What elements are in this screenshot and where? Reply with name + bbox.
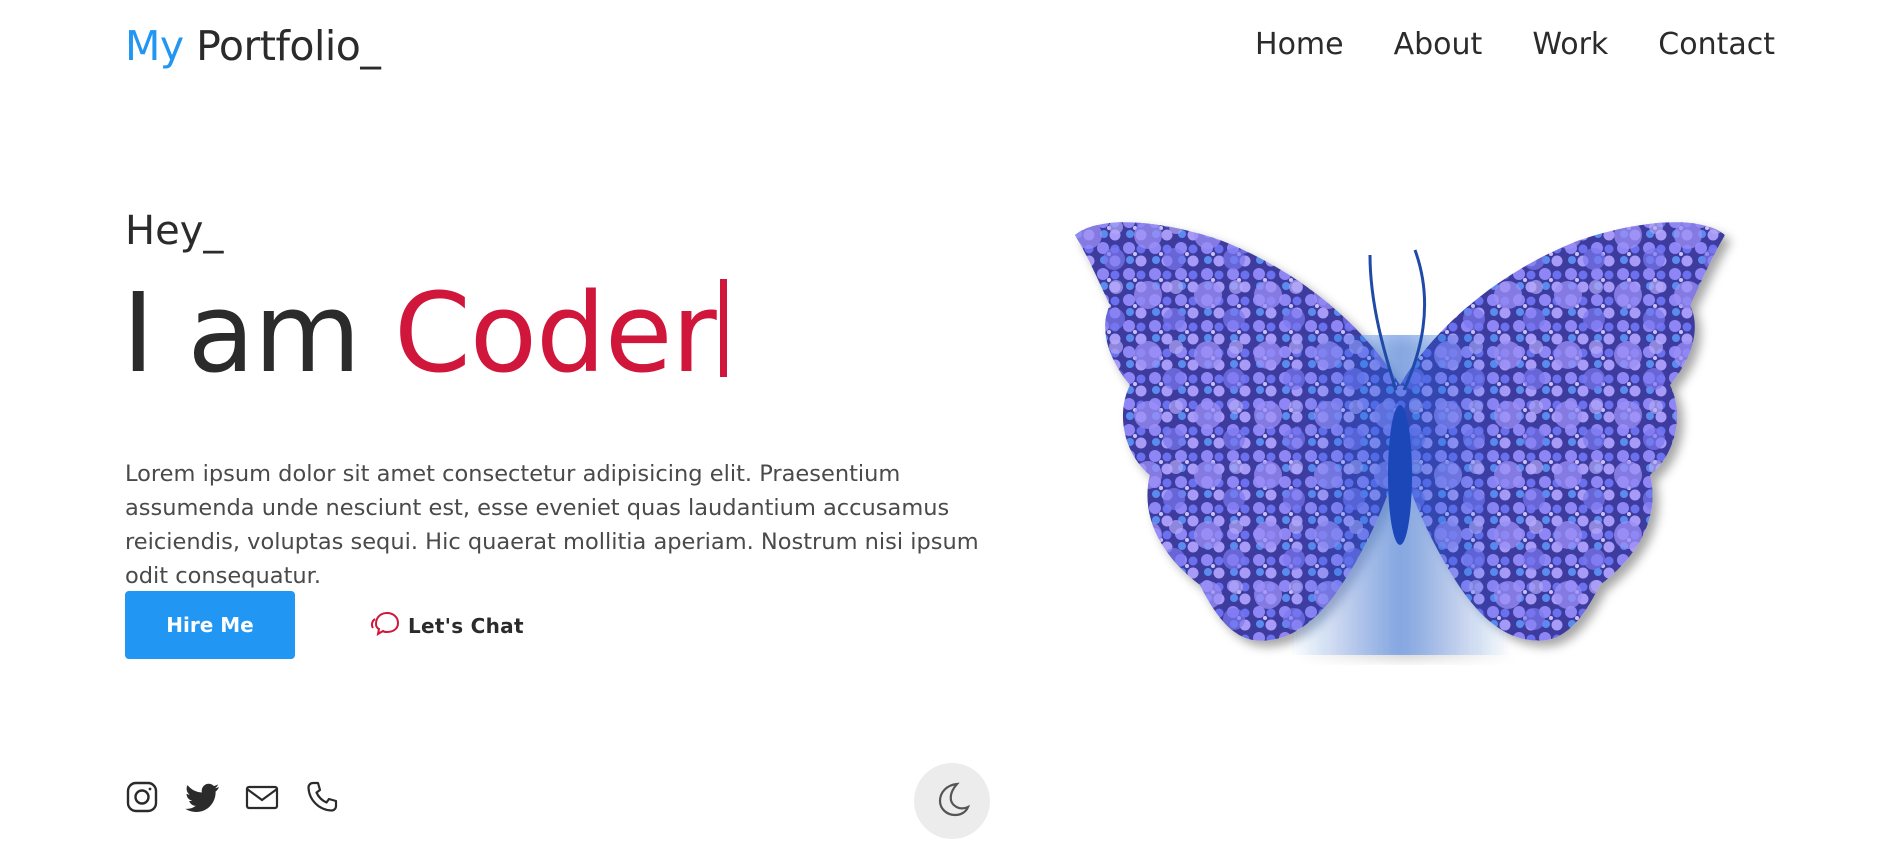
main-nav: Home About Work Contact [1255, 27, 1775, 62]
hire-me-button[interactable]: Hire Me [125, 591, 295, 659]
typing-caret [719, 279, 727, 377]
lets-chat-link[interactable]: Let's Chat [370, 610, 524, 642]
logo-text: Portfolio_ [183, 22, 381, 70]
headline-intro: I am [122, 269, 394, 397]
social-links [125, 780, 339, 814]
site-logo[interactable]: My Portfolio_ [125, 22, 381, 70]
instagram-icon[interactable] [125, 780, 159, 814]
headline-role: Coder [393, 269, 717, 397]
nav-link-about[interactable]: About [1394, 27, 1483, 62]
phone-icon[interactable] [305, 780, 339, 814]
chat-bubble-icon [370, 610, 400, 642]
chat-label: Let's Chat [408, 614, 524, 638]
mail-icon[interactable] [245, 780, 279, 814]
moon-icon [933, 780, 971, 822]
twitter-icon[interactable] [185, 780, 219, 814]
logo-accent: My [125, 22, 184, 70]
nav-link-home[interactable]: Home [1255, 27, 1344, 62]
nav-link-work[interactable]: Work [1532, 27, 1608, 62]
hero-greeting: Hey_ [125, 208, 224, 254]
theme-toggle-button[interactable] [914, 763, 990, 839]
butterfly-illustration [1070, 215, 1740, 665]
nav-link-contact[interactable]: Contact [1658, 27, 1775, 62]
hero-headline: I am Coder [122, 278, 727, 388]
hero-description: Lorem ipsum dolor sit amet consectetur a… [125, 460, 979, 589]
